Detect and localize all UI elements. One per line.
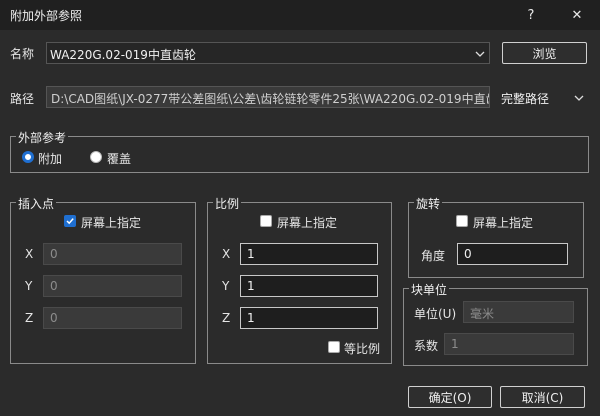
angle-label: 角度 xyxy=(421,249,446,263)
scale-group-title: 比例 xyxy=(213,195,242,212)
insertion-x-label: X xyxy=(25,247,34,261)
unit-field: 毫米 xyxy=(463,301,574,323)
scale-z-value: 1 xyxy=(247,311,255,325)
insertion-specify-checkbox[interactable] xyxy=(64,215,76,227)
attach-radio[interactable] xyxy=(22,151,34,163)
insertion-y-value: 0 xyxy=(50,279,58,293)
name-label: 名称 xyxy=(10,47,35,61)
path-value: D:\CAD图纸\JX-0277带公差图纸\公差\齿轮链轮零件25张\WA220… xyxy=(51,92,490,106)
scale-z-input[interactable]: 1 xyxy=(240,307,378,329)
angle-input[interactable]: 0 xyxy=(457,243,568,265)
insertion-z-field: 0 xyxy=(43,307,182,329)
unit-value: 毫米 xyxy=(470,307,495,321)
scale-x-input[interactable]: 1 xyxy=(240,243,378,265)
close-icon: ✕ xyxy=(571,7,583,23)
close-button[interactable]: ✕ xyxy=(554,0,600,30)
rotation-specify-checkbox[interactable] xyxy=(456,215,468,227)
scale-y-value: 1 xyxy=(247,279,255,293)
reference-group-title: 外部参考 xyxy=(16,129,69,146)
overlay-label[interactable]: 覆盖 xyxy=(107,150,131,167)
scale-specify-label[interactable]: 屏幕上指定 xyxy=(277,214,337,231)
insertion-specify-label[interactable]: 屏幕上指定 xyxy=(81,214,141,231)
rotation-specify-label[interactable]: 屏幕上指定 xyxy=(473,214,533,231)
factor-value: 1 xyxy=(451,337,459,351)
help-icon: ? xyxy=(527,7,535,23)
path-label: 路径 xyxy=(10,92,35,106)
path-field: D:\CAD图纸\JX-0277带公差图纸\公差\齿轮链轮零件25张\WA220… xyxy=(46,86,490,108)
insertion-z-label: Z xyxy=(25,311,34,325)
unit-label: 单位(U) xyxy=(414,307,457,321)
rotation-group-title: 旋转 xyxy=(414,195,443,212)
insertion-z-value: 0 xyxy=(50,311,58,325)
uniform-scale-checkbox[interactable] xyxy=(328,341,340,353)
block-unit-group-title: 块单位 xyxy=(409,281,450,298)
path-type-select[interactable]: 完整路径 xyxy=(497,86,589,108)
uniform-scale-label[interactable]: 等比例 xyxy=(344,340,380,357)
insertion-group-title: 插入点 xyxy=(16,195,57,212)
name-combobox[interactable]: WA220G.02-019中直齿轮 xyxy=(46,42,490,64)
factor-field: 1 xyxy=(444,333,574,355)
scale-z-label: Z xyxy=(222,311,231,325)
scale-y-input[interactable]: 1 xyxy=(240,275,378,297)
path-type-value: 完整路径 xyxy=(501,92,550,106)
insertion-x-value: 0 xyxy=(50,247,58,261)
check-icon xyxy=(66,218,74,225)
angle-value: 0 xyxy=(464,247,472,261)
scale-x-label: X xyxy=(222,247,231,261)
insertion-x-field: 0 xyxy=(43,243,182,265)
insertion-y-label: Y xyxy=(25,279,33,293)
name-value: WA220G.02-019中直齿轮 xyxy=(50,48,196,62)
chevron-down-icon[interactable] xyxy=(574,93,584,103)
overlay-radio[interactable] xyxy=(90,151,102,163)
help-button[interactable]: ? xyxy=(508,0,554,30)
ok-button[interactable]: 确定(O) xyxy=(408,386,492,408)
chevron-down-icon[interactable] xyxy=(475,49,485,59)
attach-label[interactable]: 附加 xyxy=(38,150,62,167)
scale-specify-checkbox[interactable] xyxy=(260,215,272,227)
scale-x-value: 1 xyxy=(247,247,255,261)
factor-label: 系数 xyxy=(414,339,439,353)
window-title: 附加外部参照 xyxy=(10,9,83,23)
cancel-button[interactable]: 取消(C) xyxy=(500,386,585,408)
title-bar: 附加外部参照 ? ✕ xyxy=(0,0,600,30)
scale-y-label: Y xyxy=(222,279,230,293)
insertion-y-field: 0 xyxy=(43,275,182,297)
browse-button[interactable]: 浏览 xyxy=(502,42,587,64)
